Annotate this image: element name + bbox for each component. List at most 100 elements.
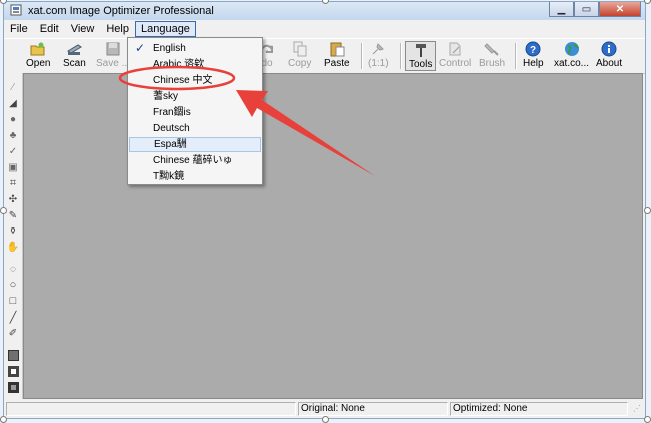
maximize-button[interactable]: ▭ [574,2,599,17]
solid-fill-icon [7,349,19,361]
tool-image[interactable]: ▣ [7,161,19,173]
control-icon [449,42,461,56]
tool-palette: ⁄ ◢ ● ♣ ✓ ▣ ⌗ ✣ ✎ ⚱ ✋ ◌ ○ □ ╱ ✐ [4,73,23,399]
tool-lasso[interactable]: ◌ [7,263,19,275]
smudge-icon: ● [9,113,17,125]
dropper-icon: ⁄ [12,81,14,93]
language-label: Arabic 谘欸 [153,59,205,70]
xat-website-button[interactable]: xat.co... [554,41,589,71]
window-controls: ▁ ▭ ✕ [549,2,641,17]
tool-rectangle[interactable]: □ [7,295,19,307]
tool-line[interactable]: ╱ [7,311,19,324]
fill-solid-swatch[interactable] [7,349,19,361]
paste-label: Paste [324,58,350,69]
toolbar: Open Scan Save ... do Copy Paste (1:1) T… [4,38,645,74]
maximize-icon: ▭ [581,3,592,15]
open-button[interactable]: Open [26,41,50,71]
language-label: Chinese 中文 [153,75,213,86]
title-bar: xat.com Image Optimizer Professional ▁ ▭… [4,2,645,20]
resize-handle[interactable] [644,207,651,214]
status-original: Original: None [298,402,448,416]
language-label: Espa駲 [154,139,187,150]
language-arabic[interactable]: Arabic 谘欸 [129,57,261,72]
zoom-label: (1:1) [368,58,389,69]
ellipse-icon: ○ [9,279,17,291]
save-label: Save ... [96,58,130,69]
toolbar-separator [361,43,363,69]
globe-icon [564,42,579,56]
crop-icon: ⌗ [9,176,17,189]
tool-brush[interactable]: ✐ [7,327,19,339]
resize-handle[interactable] [644,0,651,4]
language-english[interactable]: ✓ English [129,41,261,56]
outline-fill-icon [7,365,19,377]
pen-icon: ✎ [8,209,18,221]
tool-move[interactable]: ✣ [7,193,19,205]
stamp-icon: ♣ [9,129,17,141]
move-icon: ✣ [8,193,18,205]
size-grip-icon[interactable]: ⋰ [633,404,643,414]
line-icon: ╱ [9,311,17,324]
language-turkish[interactable]: T黝k鏡 [129,169,261,184]
copy-icon [293,41,307,57]
tool-smudge[interactable]: ● [7,113,19,125]
tool-wand[interactable]: ✓ [7,145,19,157]
brush-label: Brush [479,58,506,69]
copy-button[interactable]: Copy [288,41,311,71]
language-deutsch[interactable]: Deutsch [129,121,261,136]
fill-bucket-icon: ⚱ [8,225,18,237]
language-espanol[interactable]: Espa駲 [129,137,261,152]
zoom-button[interactable]: (1:1) [368,41,389,71]
save-button[interactable]: Save ... [96,41,130,71]
fill-both-swatch[interactable] [7,381,19,393]
help-button[interactable]: ? Help [523,41,544,71]
tool-gradient[interactable]: ◢ [7,97,19,109]
tool-crop[interactable]: ⌗ [7,177,19,189]
brush-button[interactable]: Brush [479,41,505,71]
paste-button[interactable]: Paste [324,41,350,71]
tool-stamp[interactable]: ♣ [7,129,19,141]
paint-brush-icon: ✐ [8,327,18,339]
menu-edit[interactable]: Edit [34,21,65,37]
about-button[interactable]: About [596,41,622,71]
language-chinese-traditional[interactable]: Chinese 蘊碎いゅ [129,153,261,168]
redo-label: do [261,58,273,69]
language-french[interactable]: Fran錮is [129,105,261,120]
language-label: Deutsch [153,123,190,134]
window-title: xat.com Image Optimizer Professional [28,5,214,17]
scanner-icon [67,44,83,55]
image-canvas[interactable] [23,73,643,399]
menu-file[interactable]: File [4,21,34,37]
brush-icon [484,43,499,56]
menu-language[interactable]: Language [134,21,196,37]
about-label: About [596,58,623,69]
tool-fill[interactable]: ⚱ [7,225,19,237]
menu-help[interactable]: Help [100,21,135,37]
tools-hammer-icon [415,44,426,57]
tool-ellipse[interactable]: ○ [7,279,19,291]
wand-icon: ✓ [8,145,18,157]
control-label: Control [439,58,472,69]
tool-dropper[interactable]: ⁄ [7,81,19,93]
control-button[interactable]: Control [439,41,471,71]
language-menu: ✓ English Arabic 谘欸 Chinese 中文 蓍sky Fran… [127,37,263,185]
both-fill-icon [7,381,19,393]
menu-view[interactable]: View [65,21,101,37]
tool-hand[interactable]: ✋ [7,241,19,253]
resize-handle[interactable] [0,207,7,214]
toolbar-separator [400,43,402,69]
language-label: 蓍sky [153,91,178,102]
tools-button[interactable]: Tools [405,41,437,71]
xat-label: xat.co... [554,58,590,69]
help-label: Help [523,58,544,69]
tool-pen[interactable]: ✎ [7,209,19,221]
fill-outline-swatch[interactable] [7,365,19,377]
minimize-button[interactable]: ▁ [549,2,574,17]
scan-button[interactable]: Scan [63,41,86,71]
language-label: T黝k鏡 [153,171,185,182]
language-option-4[interactable]: 蓍sky [129,89,261,104]
minimize-icon: ▁ [557,3,566,15]
close-button[interactable]: ✕ [599,2,641,17]
language-chinese[interactable]: Chinese 中文 [129,73,261,88]
rectangle-icon: □ [9,295,17,307]
